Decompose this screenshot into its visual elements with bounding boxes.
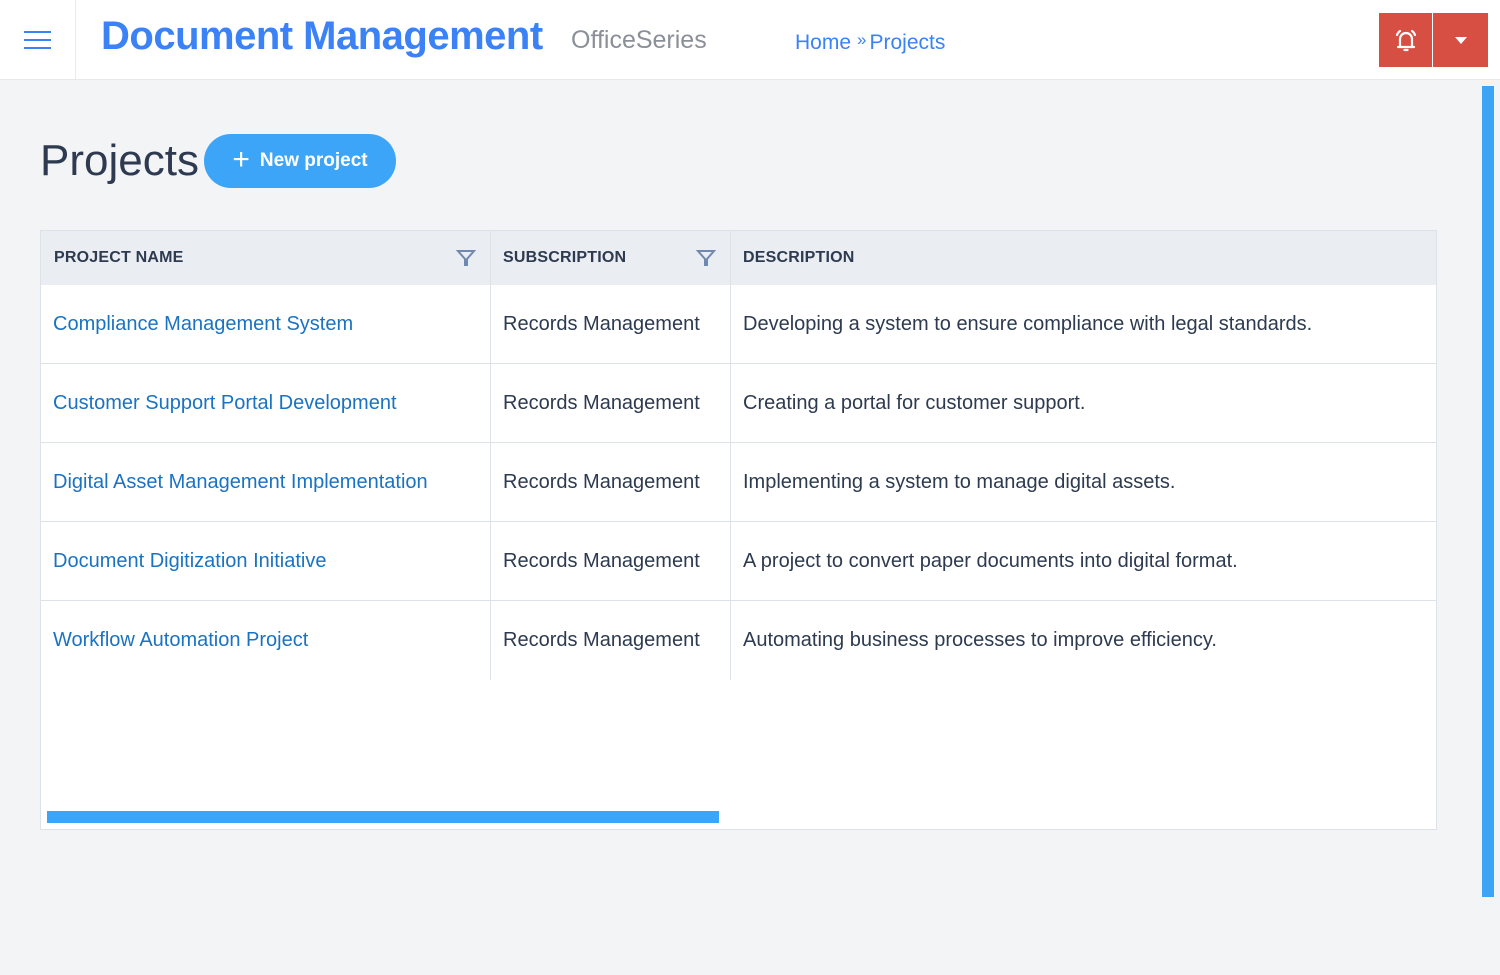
project-name-cell: Digital Asset Management Implementation bbox=[41, 443, 491, 521]
subscription-cell: Records Management bbox=[491, 522, 731, 600]
new-project-button[interactable]: + New project bbox=[204, 134, 396, 188]
project-name-cell: Document Digitization Initiative bbox=[41, 522, 491, 600]
project-link[interactable]: Workflow Automation Project bbox=[53, 629, 308, 652]
table-body: Compliance Management System Records Man… bbox=[41, 285, 1436, 680]
subscription-cell: Records Management bbox=[491, 364, 731, 442]
project-link[interactable]: Digital Asset Management Implementation bbox=[53, 471, 428, 494]
app-subtitle: OfficeSeries bbox=[571, 26, 707, 54]
column-label: PROJECT NAME bbox=[54, 249, 184, 266]
description-cell: Developing a system to ensure compliance… bbox=[743, 312, 1313, 335]
alerts-dropdown-button[interactable] bbox=[1433, 13, 1488, 67]
table-header: PROJECT NAME SUBSCRIPTION DESCRIPTION bbox=[41, 231, 1436, 285]
column-header-project-name[interactable]: PROJECT NAME bbox=[41, 231, 491, 285]
project-link[interactable]: Document Digitization Initiative bbox=[53, 550, 326, 573]
subscription-cell: Records Management bbox=[491, 601, 731, 680]
filter-icon[interactable] bbox=[696, 249, 716, 267]
column-label: DESCRIPTION bbox=[743, 249, 855, 266]
project-name-cell: Compliance Management System bbox=[41, 285, 491, 363]
project-link[interactable]: Compliance Management System bbox=[53, 313, 353, 336]
table-row: Digital Asset Management Implementation … bbox=[41, 443, 1436, 522]
hamburger-menu-icon bbox=[24, 30, 51, 49]
breadcrumb: Home » Projects bbox=[795, 30, 946, 55]
app-title: Document Management bbox=[101, 14, 543, 58]
subscription-cell: Records Management bbox=[491, 285, 731, 363]
project-link[interactable]: Customer Support Portal Development bbox=[53, 392, 397, 415]
filter-icon[interactable] bbox=[456, 249, 476, 267]
vertical-scrollbar[interactable] bbox=[1482, 86, 1494, 897]
alerts-button[interactable] bbox=[1379, 13, 1433, 67]
page-title: Projects bbox=[40, 136, 199, 185]
breadcrumb-home[interactable]: Home bbox=[795, 31, 851, 55]
caret-down-icon bbox=[1454, 36, 1467, 44]
column-label: SUBSCRIPTION bbox=[503, 249, 627, 266]
description-cell: Creating a portal for customer support. bbox=[743, 391, 1086, 414]
projects-table: PROJECT NAME SUBSCRIPTION DESCRIPTION Co… bbox=[40, 230, 1437, 830]
alert-button-group bbox=[1379, 13, 1488, 67]
bell-alarm-icon bbox=[1395, 29, 1416, 52]
project-name-cell: Workflow Automation Project bbox=[41, 601, 491, 680]
new-project-label: New project bbox=[259, 150, 368, 171]
description-cell: Automating business processes to improve… bbox=[743, 629, 1217, 651]
breadcrumb-projects[interactable]: Projects bbox=[870, 31, 946, 55]
table-row: Document Digitization Initiative Records… bbox=[41, 522, 1436, 601]
breadcrumb-separator: » bbox=[857, 30, 867, 49]
project-name-cell: Customer Support Portal Development bbox=[41, 364, 491, 442]
description-cell: A project to convert paper documents int… bbox=[743, 549, 1238, 572]
subscription-cell: Records Management bbox=[491, 443, 731, 521]
table-row: Compliance Management System Records Man… bbox=[41, 285, 1436, 364]
table-row: Customer Support Portal Development Reco… bbox=[41, 364, 1436, 443]
menu-button[interactable] bbox=[0, 0, 76, 79]
plus-icon: + bbox=[232, 142, 250, 176]
top-bar: Document Management OfficeSeries Home » … bbox=[0, 0, 1500, 80]
description-cell: Implementing a system to manage digital … bbox=[743, 470, 1176, 493]
table-row: Workflow Automation Project Records Mana… bbox=[41, 601, 1436, 680]
column-header-subscription[interactable]: SUBSCRIPTION bbox=[491, 231, 731, 285]
horizontal-scrollbar[interactable] bbox=[47, 811, 719, 823]
column-header-description[interactable]: DESCRIPTION bbox=[731, 231, 1436, 285]
